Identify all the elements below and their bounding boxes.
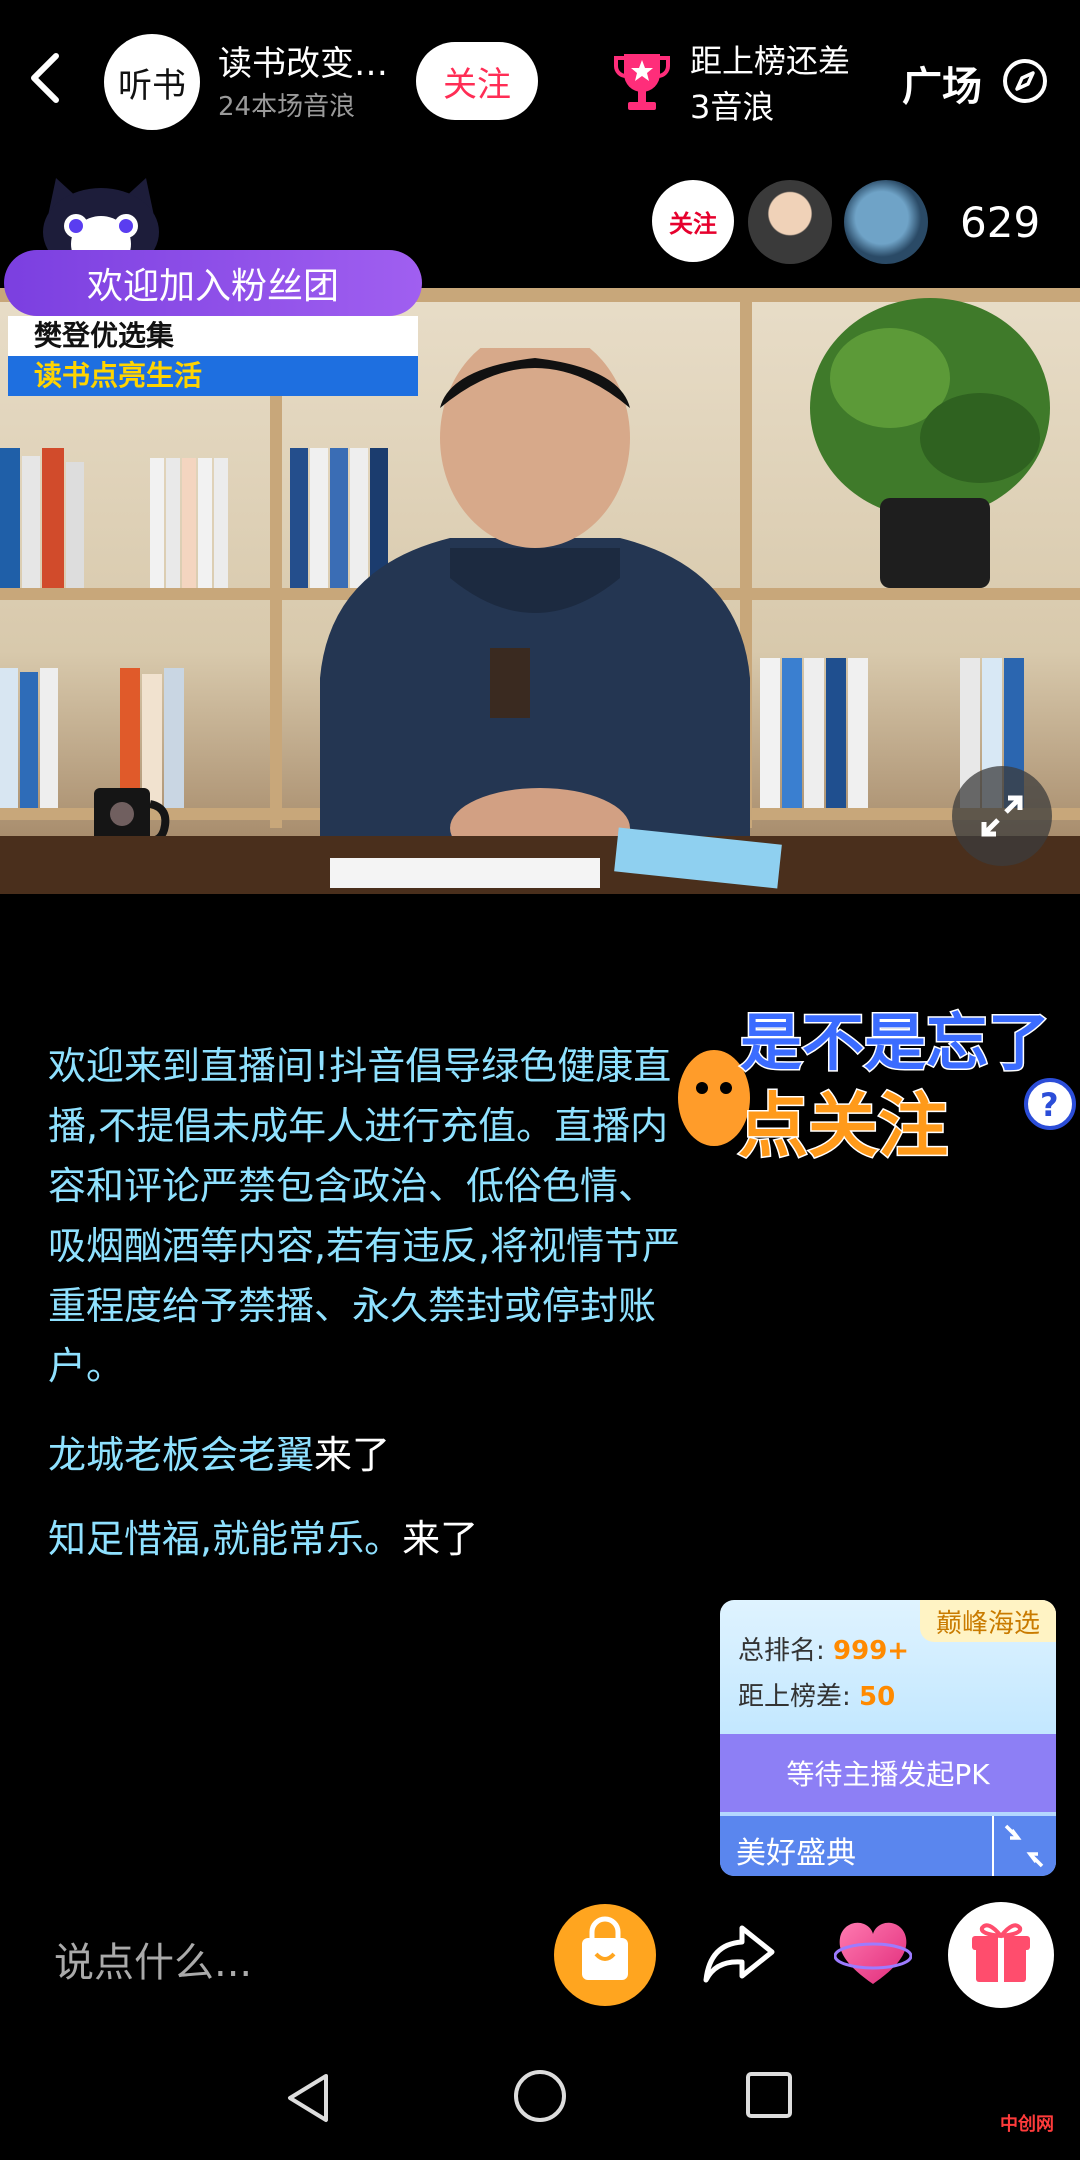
comment-input[interactable]: 说点什么... (54, 1930, 252, 1988)
watermark: 中创网 (1000, 2114, 1054, 2135)
chat-text: 来了 (402, 1517, 479, 1561)
pk-gala-label: 美好盛典 (736, 1836, 856, 1871)
chat-username[interactable]: 龙城老板会老翼 (48, 1433, 314, 1477)
host-avatar[interactable]: 听书 (104, 34, 200, 130)
shopping-bag-icon (582, 1916, 628, 1980)
share-icon[interactable] (702, 1920, 778, 1986)
plaza-link[interactable]: 广场 (902, 54, 982, 112)
fullscreen-button[interactable] (952, 766, 1052, 866)
pk-rank-gap: 距上榜差: 50 (738, 1682, 896, 1712)
follow-reminder-sticker[interactable]: ? 是不是忘了 点关注 (668, 984, 1078, 1180)
chat-message[interactable]: 知足惜福,就能常乐。来了 (48, 1508, 478, 1563)
follow-host-button[interactable]: 关注 (416, 42, 538, 120)
fan-club-banner[interactable]: 欢迎加入粉丝团 (4, 250, 422, 316)
gift-button[interactable] (948, 1902, 1054, 2008)
shopping-bag-button[interactable] (554, 1904, 656, 2006)
gift-icon (972, 1923, 1030, 1982)
host-name[interactable]: 读书改变… (218, 36, 388, 85)
plant (810, 298, 1050, 588)
like-heart-icon[interactable] (834, 1916, 912, 1990)
chat-username[interactable]: 知足惜福,就能常乐。 (48, 1517, 402, 1561)
rank-gap-value[interactable]: 3音浪 (690, 82, 774, 128)
pk-total-rank: 总排名: 999+ (738, 1636, 910, 1666)
host-sound-waves: 24本场音浪 (218, 92, 356, 122)
viewer-count[interactable]: 629 (960, 198, 1040, 247)
sticker-line2: 点关注 (738, 1085, 948, 1167)
system-notice: 欢迎来到直播间!抖音倡导绿色健康直播,不提倡未成年人进行充值。直播内容和评论严禁… (48, 1044, 681, 1388)
nav-recents-icon[interactable] (744, 2070, 794, 2120)
books (0, 438, 260, 588)
pk-card[interactable]: 巅峰海选 总排名: 999+ 距上榜差: 50 等待主播发起PK 美好盛典 (720, 1600, 1056, 1876)
viewer-avatar[interactable] (844, 180, 928, 264)
chat-message[interactable]: 龙城老板会老翼来了 (48, 1424, 390, 1479)
program-title-tag: 樊登优选集 (8, 316, 418, 356)
nav-home-icon[interactable] (512, 2068, 568, 2124)
svg-text:?: ? (1040, 1086, 1059, 1124)
trophy-icon[interactable] (612, 48, 672, 114)
paper (330, 858, 600, 888)
collapse-icon (1004, 1824, 1044, 1868)
pk-tag: 巅峰海选 (920, 1600, 1056, 1642)
sticker-line1: 是不是忘了 (740, 1006, 1050, 1079)
nav-back-icon[interactable] (282, 2070, 334, 2126)
rank-gap-label[interactable]: 距上榜还差 (690, 36, 850, 82)
follow-small-button[interactable]: 关注 (652, 180, 734, 262)
host-person (320, 348, 750, 894)
pk-wait-button[interactable]: 等待主播发起PK (720, 1734, 1056, 1812)
program-slogan-tag: 读书点亮生活 (8, 356, 418, 396)
collapse-button[interactable] (992, 1816, 1056, 1876)
back-arrow-icon[interactable] (22, 48, 72, 108)
chat-text: 来了 (314, 1433, 391, 1477)
compass-icon[interactable] (1002, 58, 1048, 104)
viewer-avatar[interactable] (748, 180, 832, 264)
expand-icon (981, 795, 1023, 837)
